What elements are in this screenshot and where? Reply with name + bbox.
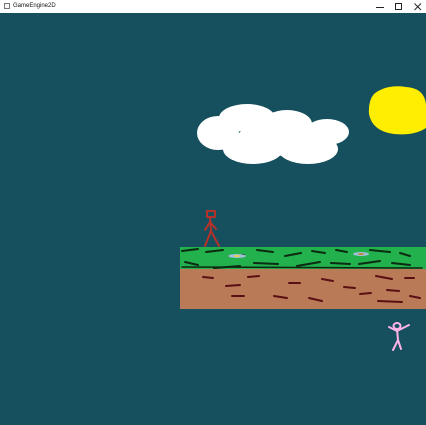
enemy-character: [388, 322, 410, 351]
game-scene: [180, 86, 426, 351]
sun-sprite: [368, 86, 426, 135]
close-icon: [413, 2, 421, 10]
maximize-icon: [394, 2, 402, 10]
app-window-icon: [4, 3, 10, 9]
title-bar[interactable]: GameEngine2D: [0, 0, 426, 14]
ground-platform: [180, 247, 426, 309]
game-viewport[interactable]: [0, 13, 426, 425]
cloud-sprite: [197, 104, 349, 164]
player-character: [204, 210, 220, 247]
minimize-icon: [375, 6, 384, 8]
window-title: GameEngine2D: [13, 3, 56, 9]
close-button[interactable]: [408, 0, 426, 13]
minimize-button[interactable]: [370, 0, 389, 13]
app-window: GameEngine2D: [0, 0, 426, 425]
maximize-button[interactable]: [389, 0, 408, 13]
